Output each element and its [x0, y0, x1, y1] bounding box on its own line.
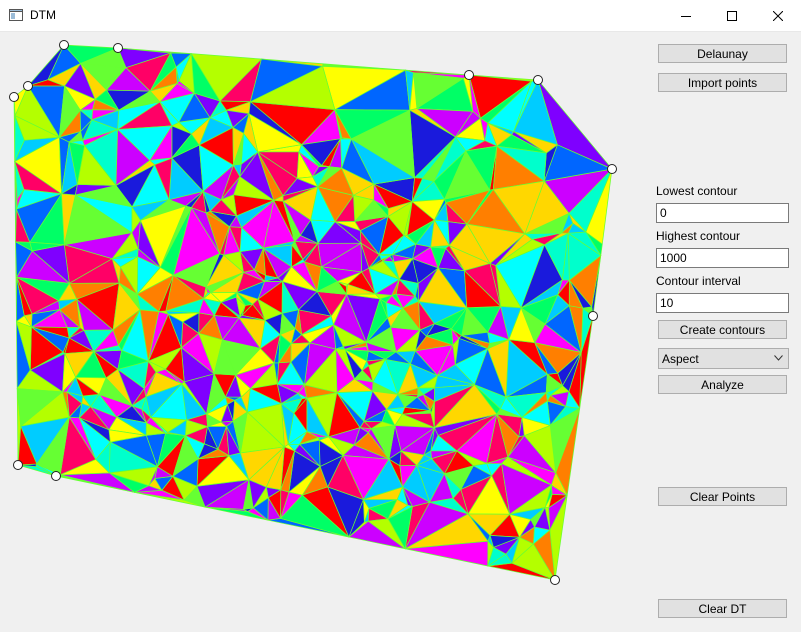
- input-point: [23, 81, 33, 91]
- input-point: [51, 471, 61, 481]
- triangulation-canvas[interactable]: [0, 31, 640, 632]
- highest-contour-input[interactable]: [656, 248, 789, 268]
- input-point: [607, 164, 617, 174]
- lowest-contour-input[interactable]: [656, 203, 789, 223]
- contour-interval-input[interactable]: [656, 293, 789, 313]
- window-app-icon: [9, 9, 23, 21]
- clear-dt-button[interactable]: Clear DT: [658, 599, 787, 618]
- input-point: [533, 75, 543, 85]
- triangle-mesh: [13, 44, 613, 581]
- maximize-icon: [727, 10, 737, 21]
- input-point: [13, 460, 23, 470]
- maximize-button[interactable]: [709, 0, 755, 31]
- input-point: [59, 40, 69, 50]
- delaunay-button[interactable]: Delaunay: [658, 44, 787, 63]
- window-title: DTM: [30, 8, 56, 22]
- import-points-button[interactable]: Import points: [658, 73, 787, 92]
- analyze-button[interactable]: Analyze: [658, 375, 787, 394]
- input-point: [588, 311, 598, 321]
- input-point: [464, 70, 474, 80]
- input-point: [113, 43, 123, 53]
- lowest-contour-label: Lowest contour: [656, 184, 738, 198]
- title-bar[interactable]: DTM: [0, 0, 801, 32]
- chevron-down-icon: [774, 355, 783, 361]
- create-contours-button[interactable]: Create contours: [658, 320, 787, 339]
- close-button[interactable]: [755, 0, 801, 31]
- close-icon: [773, 10, 783, 21]
- analysis-select-value: Aspect: [662, 352, 699, 366]
- contour-interval-label: Contour interval: [656, 274, 741, 288]
- highest-contour-label: Highest contour: [656, 229, 741, 243]
- analysis-select[interactable]: Aspect: [658, 348, 789, 369]
- input-point: [550, 575, 560, 585]
- minimize-button[interactable]: [663, 0, 709, 31]
- input-point: [9, 92, 19, 102]
- clear-points-button[interactable]: Clear Points: [658, 487, 787, 506]
- minimize-icon: [681, 15, 691, 17]
